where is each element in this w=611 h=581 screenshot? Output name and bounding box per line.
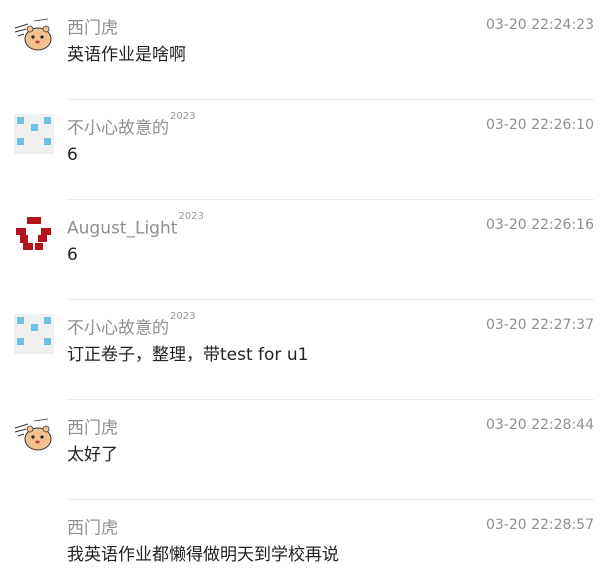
- comment-username-text: 西门虎: [67, 518, 118, 539]
- blue-pixel-identicon-icon[interactable]: [14, 114, 54, 154]
- comment-username[interactable]: 不小心故意的2023: [67, 111, 196, 140]
- comment-username-text: 西门虎: [67, 18, 118, 39]
- comment-text: 我英语作业都懒得做明天到学校再说: [67, 545, 339, 565]
- comment-username[interactable]: August_Light2023: [67, 211, 204, 240]
- comment-text: 太好了: [67, 445, 118, 465]
- comment-username-text: 不小心故意的: [67, 118, 169, 139]
- comment-item: 不小心故意的2023 03-20 22:27:37 订正卷子，整理，带test …: [0, 300, 611, 400]
- comment-username[interactable]: 不小心故意的2023: [67, 311, 196, 340]
- comment-timestamp: 03-20 22:27:37: [485, 317, 594, 333]
- user-level-badge: 2023: [178, 211, 204, 222]
- comment-item: August_Light2023 03-20 22:26:16 6: [0, 200, 611, 300]
- cartoon-hamster-avatar-icon[interactable]: [14, 14, 54, 54]
- user-level-badge: 2023: [170, 311, 196, 322]
- comment-text: 6: [67, 145, 78, 165]
- comment-username-text: August_Light: [67, 218, 178, 239]
- comment-timestamp: 03-20 22:28:44: [485, 417, 594, 433]
- comment-timestamp: 03-20 22:28:57: [485, 517, 594, 533]
- comment-username[interactable]: 西门虎: [67, 414, 119, 440]
- comment-username-text: 不小心故意的: [67, 318, 169, 339]
- cartoon-hamster-avatar-icon[interactable]: [14, 414, 54, 454]
- comment-item: 西门虎 03-20 22:28:44 太好了: [0, 400, 611, 500]
- comment-item: 西门虎 03-20 22:24:23 英语作业是啥啊: [0, 0, 611, 100]
- comment-text: 英语作业是啥啊: [67, 45, 186, 65]
- user-level-badge: 2023: [170, 111, 196, 122]
- comment-item: 西门虎 03-20 22:28:57 我英语作业都懒得做明天到学校再说: [0, 500, 611, 581]
- comment-timestamp: 03-20 22:24:23: [485, 17, 594, 33]
- blue-pixel-identicon-icon[interactable]: [14, 314, 54, 354]
- comment-username[interactable]: 西门虎: [67, 514, 119, 540]
- comment-thread: 西门虎 03-20 22:24:23 英语作业是啥啊 不小心故意的2023 03…: [0, 0, 611, 581]
- comment-username[interactable]: 西门虎: [67, 14, 119, 40]
- comment-timestamp: 03-20 22:26:10: [485, 117, 594, 133]
- comment-item: 不小心故意的2023 03-20 22:26:10 6: [0, 100, 611, 200]
- comment-timestamp: 03-20 22:26:16: [485, 217, 594, 233]
- comment-username-text: 西门虎: [67, 418, 118, 439]
- red-pixel-identicon-icon[interactable]: [14, 214, 54, 254]
- comment-text: 订正卷子，整理，带test for u1: [67, 345, 309, 365]
- comment-text: 6: [67, 245, 78, 265]
